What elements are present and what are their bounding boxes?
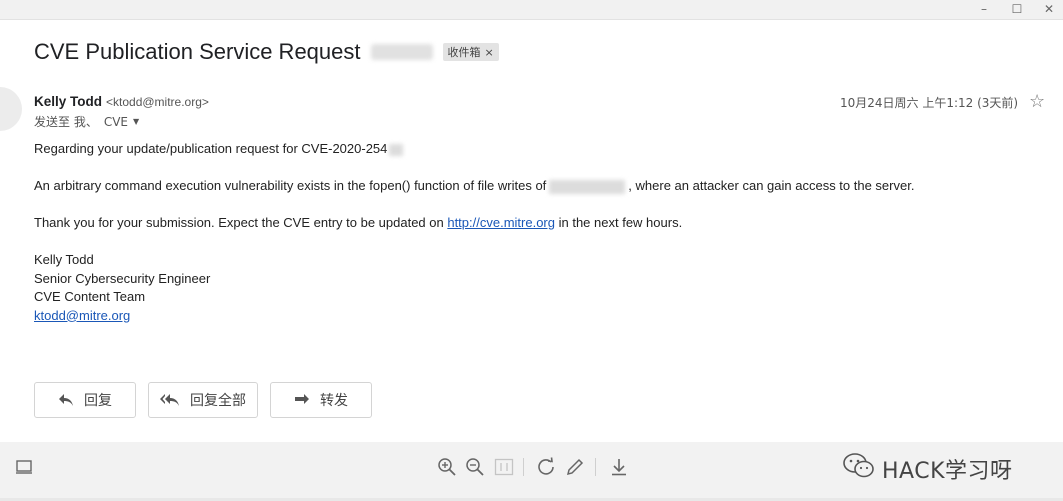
sender-avatar (0, 87, 22, 131)
actual-size-icon[interactable] (493, 456, 515, 478)
reply-actions: 回复 回复全部 转发 (34, 382, 372, 418)
reply-button[interactable]: 回复 (34, 382, 136, 418)
toolbar-divider (595, 458, 596, 476)
rotate-icon[interactable] (535, 456, 557, 478)
reply-label: 回复 (84, 393, 112, 409)
inbox-label-text: 收件箱 (447, 46, 481, 59)
toolbar-divider (523, 458, 524, 476)
to-list: CVE (103, 114, 128, 129)
close-button[interactable]: ✕ (1040, 1, 1058, 17)
window-titlebar: – ☐ ✕ (0, 0, 1063, 20)
recipients-row[interactable]: 发送至 我、 CVE ▼ (34, 113, 139, 130)
reply-all-icon (160, 393, 180, 407)
inbox-label-chip[interactable]: 收件箱 × (442, 43, 499, 61)
email-subject: CVE Publication Service Request (34, 39, 361, 64)
forward-button[interactable]: 转发 (270, 382, 372, 418)
body-line-2b: , where an attacker can gain access to t… (628, 178, 915, 193)
signature-email-link[interactable]: ktodd@mitre.org (34, 308, 130, 323)
signature-title: Senior Cybersecurity Engineer (34, 270, 211, 286)
body-line-1-text: Regarding your update/publication reques… (34, 141, 388, 156)
bottom-toolbar: HACK学习呀 (0, 442, 1063, 501)
watermark-text: HACK学习呀 (882, 458, 1013, 484)
reply-all-button[interactable]: 回复全部 (148, 382, 258, 418)
sender-email: <ktodd@mitre.org> (106, 95, 209, 109)
wechat-logo-icon (842, 451, 876, 486)
body-line-2a: An arbitrary command execution vulnerabi… (34, 178, 547, 193)
forward-icon (294, 393, 310, 407)
signature-name: Kelly Todd (34, 252, 94, 267)
redacted-product-name (549, 179, 626, 194)
sidebar-toggle-icon[interactable] (13, 456, 35, 478)
signature-team: CVE Content Team (34, 289, 146, 304)
minimize-button[interactable]: – (975, 1, 993, 17)
body-line-3a: Thank you for your submission. Expect th… (34, 215, 448, 230)
email-body: Regarding your update/publication reques… (34, 140, 1034, 325)
forward-label: 转发 (320, 393, 348, 409)
watermark: HACK学习呀 (842, 451, 1013, 486)
cve-site-link[interactable]: http://cve.mitre.org (447, 215, 555, 230)
star-icon[interactable]: ☆ (1029, 91, 1045, 111)
email-date: 10月24日周六 上午1:12 (3天前) (840, 96, 1019, 110)
body-line-1: Regarding your update/publication reques… (34, 140, 1034, 159)
download-icon[interactable] (608, 456, 630, 478)
body-line-3b: in the next few hours. (555, 215, 683, 230)
reply-icon (58, 393, 74, 407)
reply-all-label: 回复全部 (190, 393, 246, 409)
remove-label-icon[interactable]: × (485, 46, 494, 59)
body-line-3: Thank you for your submission. Expect th… (34, 214, 1034, 233)
maximize-button[interactable]: ☐ (1008, 1, 1026, 17)
sender-name: Kelly Todd (34, 94, 103, 109)
redacted-cve-suffix (389, 143, 404, 156)
body-line-2: An arbitrary command execution vulnerabi… (34, 177, 1034, 196)
edit-pencil-icon[interactable] (564, 456, 586, 478)
subject-row: CVE Publication Service Request 收件箱 × (34, 37, 499, 67)
sender-row: Kelly Todd <ktodd@mitre.org> (34, 94, 209, 110)
zoom-in-icon[interactable] (436, 456, 458, 478)
to-prefix: 发送至 我、 (34, 115, 98, 129)
zoom-out-icon[interactable] (464, 456, 486, 478)
redacted-subject-part (370, 44, 433, 60)
chevron-down-icon[interactable]: ▼ (133, 117, 139, 126)
